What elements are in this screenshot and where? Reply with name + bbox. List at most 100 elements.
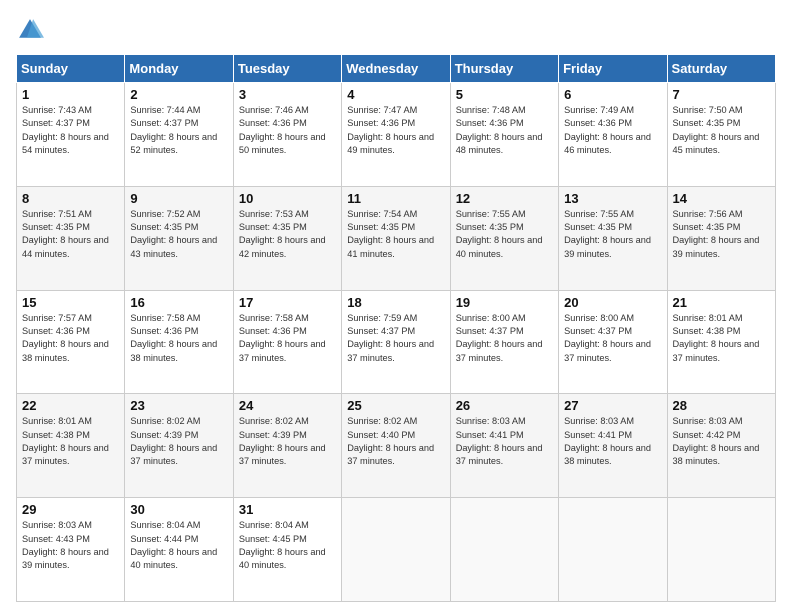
logo [16, 16, 50, 44]
calendar-cell: 30 Sunrise: 8:04 AMSunset: 4:44 PMDaylig… [125, 498, 233, 602]
calendar-cell: 28 Sunrise: 8:03 AMSunset: 4:42 PMDaylig… [667, 394, 775, 498]
calendar-cell: 14 Sunrise: 7:56 AMSunset: 4:35 PMDaylig… [667, 186, 775, 290]
calendar-cell: 12 Sunrise: 7:55 AMSunset: 4:35 PMDaylig… [450, 186, 558, 290]
header-tuesday: Tuesday [233, 55, 341, 83]
calendar-week-5: 29 Sunrise: 8:03 AMSunset: 4:43 PMDaylig… [17, 498, 776, 602]
header-monday: Monday [125, 55, 233, 83]
calendar-cell: 7 Sunrise: 7:50 AMSunset: 4:35 PMDayligh… [667, 83, 775, 187]
day-info: Sunrise: 8:03 AMSunset: 4:41 PMDaylight:… [564, 416, 651, 466]
calendar-cell: 11 Sunrise: 7:54 AMSunset: 4:35 PMDaylig… [342, 186, 450, 290]
calendar-cell: 9 Sunrise: 7:52 AMSunset: 4:35 PMDayligh… [125, 186, 233, 290]
calendar-cell: 31 Sunrise: 8:04 AMSunset: 4:45 PMDaylig… [233, 498, 341, 602]
day-info: Sunrise: 7:55 AMSunset: 4:35 PMDaylight:… [564, 209, 651, 259]
day-number: 22 [22, 398, 119, 413]
calendar-cell: 1 Sunrise: 7:43 AMSunset: 4:37 PMDayligh… [17, 83, 125, 187]
day-number: 25 [347, 398, 444, 413]
day-number: 14 [673, 191, 770, 206]
day-number: 15 [22, 295, 119, 310]
day-info: Sunrise: 7:48 AMSunset: 4:36 PMDaylight:… [456, 105, 543, 155]
day-info: Sunrise: 7:43 AMSunset: 4:37 PMDaylight:… [22, 105, 109, 155]
day-info: Sunrise: 7:44 AMSunset: 4:37 PMDaylight:… [130, 105, 217, 155]
calendar-cell [342, 498, 450, 602]
day-number: 12 [456, 191, 553, 206]
header-friday: Friday [559, 55, 667, 83]
day-number: 8 [22, 191, 119, 206]
day-number: 27 [564, 398, 661, 413]
day-number: 18 [347, 295, 444, 310]
calendar-cell [450, 498, 558, 602]
day-number: 17 [239, 295, 336, 310]
day-number: 26 [456, 398, 553, 413]
day-info: Sunrise: 8:00 AMSunset: 4:37 PMDaylight:… [456, 313, 543, 363]
calendar-cell [559, 498, 667, 602]
calendar-cell: 21 Sunrise: 8:01 AMSunset: 4:38 PMDaylig… [667, 290, 775, 394]
calendar-cell: 18 Sunrise: 7:59 AMSunset: 4:37 PMDaylig… [342, 290, 450, 394]
day-number: 24 [239, 398, 336, 413]
day-info: Sunrise: 7:49 AMSunset: 4:36 PMDaylight:… [564, 105, 651, 155]
day-info: Sunrise: 8:02 AMSunset: 4:39 PMDaylight:… [130, 416, 217, 466]
calendar-week-1: 1 Sunrise: 7:43 AMSunset: 4:37 PMDayligh… [17, 83, 776, 187]
calendar-header-row: SundayMondayTuesdayWednesdayThursdayFrid… [17, 55, 776, 83]
calendar-cell: 2 Sunrise: 7:44 AMSunset: 4:37 PMDayligh… [125, 83, 233, 187]
day-info: Sunrise: 7:58 AMSunset: 4:36 PMDaylight:… [239, 313, 326, 363]
day-number: 21 [673, 295, 770, 310]
calendar-week-3: 15 Sunrise: 7:57 AMSunset: 4:36 PMDaylig… [17, 290, 776, 394]
day-number: 5 [456, 87, 553, 102]
day-number: 3 [239, 87, 336, 102]
day-info: Sunrise: 8:01 AMSunset: 4:38 PMDaylight:… [22, 416, 109, 466]
day-info: Sunrise: 7:46 AMSunset: 4:36 PMDaylight:… [239, 105, 326, 155]
day-number: 23 [130, 398, 227, 413]
header-sunday: Sunday [17, 55, 125, 83]
calendar-cell: 29 Sunrise: 8:03 AMSunset: 4:43 PMDaylig… [17, 498, 125, 602]
day-info: Sunrise: 8:03 AMSunset: 4:42 PMDaylight:… [673, 416, 760, 466]
day-number: 4 [347, 87, 444, 102]
calendar-cell: 26 Sunrise: 8:03 AMSunset: 4:41 PMDaylig… [450, 394, 558, 498]
day-number: 29 [22, 502, 119, 517]
calendar-cell: 5 Sunrise: 7:48 AMSunset: 4:36 PMDayligh… [450, 83, 558, 187]
calendar-cell: 10 Sunrise: 7:53 AMSunset: 4:35 PMDaylig… [233, 186, 341, 290]
day-info: Sunrise: 8:03 AMSunset: 4:43 PMDaylight:… [22, 520, 109, 570]
day-info: Sunrise: 7:53 AMSunset: 4:35 PMDaylight:… [239, 209, 326, 259]
day-info: Sunrise: 7:54 AMSunset: 4:35 PMDaylight:… [347, 209, 434, 259]
day-number: 13 [564, 191, 661, 206]
calendar-cell: 22 Sunrise: 8:01 AMSunset: 4:38 PMDaylig… [17, 394, 125, 498]
calendar-cell: 16 Sunrise: 7:58 AMSunset: 4:36 PMDaylig… [125, 290, 233, 394]
day-number: 7 [673, 87, 770, 102]
calendar-cell: 23 Sunrise: 8:02 AMSunset: 4:39 PMDaylig… [125, 394, 233, 498]
day-number: 31 [239, 502, 336, 517]
day-info: Sunrise: 8:01 AMSunset: 4:38 PMDaylight:… [673, 313, 760, 363]
day-info: Sunrise: 7:47 AMSunset: 4:36 PMDaylight:… [347, 105, 434, 155]
day-info: Sunrise: 7:52 AMSunset: 4:35 PMDaylight:… [130, 209, 217, 259]
day-number: 16 [130, 295, 227, 310]
day-info: Sunrise: 8:02 AMSunset: 4:39 PMDaylight:… [239, 416, 326, 466]
calendar-cell: 8 Sunrise: 7:51 AMSunset: 4:35 PMDayligh… [17, 186, 125, 290]
day-info: Sunrise: 7:57 AMSunset: 4:36 PMDaylight:… [22, 313, 109, 363]
day-number: 20 [564, 295, 661, 310]
day-info: Sunrise: 8:03 AMSunset: 4:41 PMDaylight:… [456, 416, 543, 466]
calendar-cell: 17 Sunrise: 7:58 AMSunset: 4:36 PMDaylig… [233, 290, 341, 394]
day-info: Sunrise: 7:50 AMSunset: 4:35 PMDaylight:… [673, 105, 760, 155]
calendar-cell: 24 Sunrise: 8:02 AMSunset: 4:39 PMDaylig… [233, 394, 341, 498]
day-info: Sunrise: 7:56 AMSunset: 4:35 PMDaylight:… [673, 209, 760, 259]
header-saturday: Saturday [667, 55, 775, 83]
day-info: Sunrise: 8:00 AMSunset: 4:37 PMDaylight:… [564, 313, 651, 363]
calendar-cell: 19 Sunrise: 8:00 AMSunset: 4:37 PMDaylig… [450, 290, 558, 394]
calendar-week-4: 22 Sunrise: 8:01 AMSunset: 4:38 PMDaylig… [17, 394, 776, 498]
day-number: 28 [673, 398, 770, 413]
day-number: 2 [130, 87, 227, 102]
calendar-table: SundayMondayTuesdayWednesdayThursdayFrid… [16, 54, 776, 602]
day-info: Sunrise: 7:58 AMSunset: 4:36 PMDaylight:… [130, 313, 217, 363]
day-number: 11 [347, 191, 444, 206]
main-container: SundayMondayTuesdayWednesdayThursdayFrid… [0, 0, 792, 612]
day-number: 6 [564, 87, 661, 102]
calendar-cell: 6 Sunrise: 7:49 AMSunset: 4:36 PMDayligh… [559, 83, 667, 187]
header [16, 16, 776, 44]
calendar-week-2: 8 Sunrise: 7:51 AMSunset: 4:35 PMDayligh… [17, 186, 776, 290]
day-number: 30 [130, 502, 227, 517]
day-info: Sunrise: 7:51 AMSunset: 4:35 PMDaylight:… [22, 209, 109, 259]
calendar-cell: 3 Sunrise: 7:46 AMSunset: 4:36 PMDayligh… [233, 83, 341, 187]
calendar-cell: 25 Sunrise: 8:02 AMSunset: 4:40 PMDaylig… [342, 394, 450, 498]
calendar-cell: 4 Sunrise: 7:47 AMSunset: 4:36 PMDayligh… [342, 83, 450, 187]
calendar-cell [667, 498, 775, 602]
day-info: Sunrise: 8:04 AMSunset: 4:44 PMDaylight:… [130, 520, 217, 570]
